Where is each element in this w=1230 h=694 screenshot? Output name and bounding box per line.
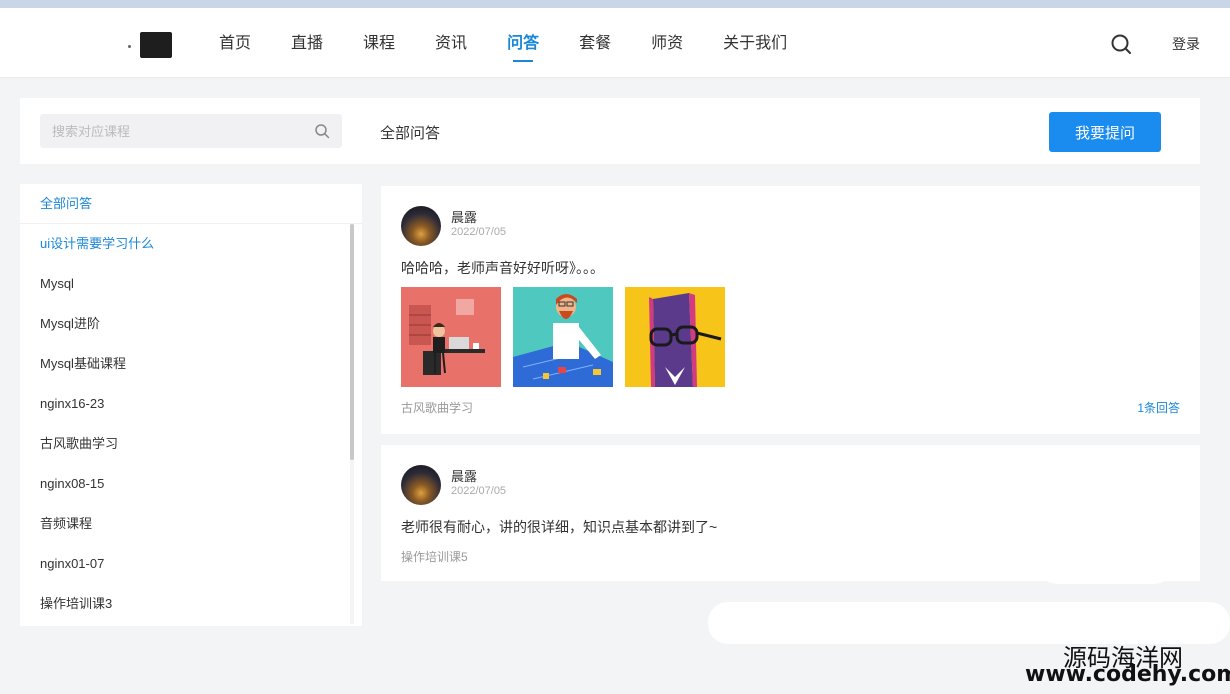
sidebar-item-training-3[interactable]: 操作培训课3 [20, 584, 362, 624]
nav-item-qa[interactable]: 问答 [507, 8, 539, 78]
post-image-designer-illustration[interactable] [513, 287, 613, 387]
sidebar-item-ui-design[interactable]: ui设计需要学习什么 [20, 224, 362, 264]
sidebar-item-nginx08-15[interactable]: nginx08-15 [20, 464, 362, 504]
post-image-office-illustration[interactable] [401, 287, 501, 387]
obscuring-overlay [1030, 518, 1182, 584]
user-name[interactable]: 晨露 [451, 466, 477, 485]
nav-item-packages[interactable]: 套餐 [579, 8, 611, 78]
qa-toolbar: 全部问答 我要提问 [20, 98, 1200, 164]
avatar[interactable] [401, 206, 441, 246]
post-images [401, 287, 737, 387]
sidebar-item-all[interactable]: 全部问答 [20, 184, 362, 224]
nav-item-home[interactable]: 首页 [219, 8, 251, 78]
course-search-input[interactable] [40, 114, 300, 148]
post-image-glasses-illustration[interactable] [625, 287, 725, 387]
course-sidebar: 全部问答 ui设计需要学习什么 Mysql Mysql进阶 Mysql基础课程 … [20, 184, 362, 626]
nav-item-about[interactable]: 关于我们 [723, 8, 787, 78]
question-card[interactable]: 晨露 2022/07/05 哈哈哈，老师声音好好听呀》。。。 古风歌曲学习 1条… [381, 186, 1200, 434]
nav-item-teachers[interactable]: 师资 [651, 8, 683, 78]
page-title: 全部问答 [380, 125, 441, 142]
sidebar-scrollbar-thumb[interactable] [350, 224, 354, 460]
search-icon[interactable] [1110, 33, 1132, 55]
ask-question-button[interactable]: 我要提问 [1049, 112, 1161, 152]
main-nav: 首页 直播 课程 资讯 问答 套餐 师资 关于我们 [219, 8, 827, 78]
post-content: 老师很有耐心，讲的很详细，知识点基本都讲到了~ [401, 519, 718, 535]
sidebar-item-mysql-basic[interactable]: Mysql基础课程 [20, 344, 362, 384]
login-link[interactable]: 登录 [1172, 34, 1200, 54]
sidebar-item-nginx01-07[interactable]: nginx01-07 [20, 544, 362, 584]
sidebar-item-audio-course[interactable]: 音频课程 [20, 504, 362, 544]
post-date: 2022/07/05 [451, 485, 507, 497]
course-search-box [40, 114, 342, 148]
nav-item-news[interactable]: 资讯 [435, 8, 467, 78]
user-name[interactable]: 晨露 [451, 207, 477, 226]
site-logo[interactable] [140, 32, 172, 58]
sidebar-item-mysql-advanced[interactable]: Mysql进阶 [20, 304, 362, 344]
post-date: 2022/07/05 [451, 226, 507, 238]
course-tag[interactable]: 古风歌曲学习 [401, 399, 473, 416]
search-icon[interactable] [314, 123, 330, 139]
nav-item-courses[interactable]: 课程 [363, 8, 395, 78]
sidebar-item-nginx16-23[interactable]: nginx16-23 [20, 384, 362, 424]
course-tag[interactable]: 操作培训课5 [401, 548, 468, 565]
post-content: 哈哈哈，老师声音好好听呀》。。。 [401, 260, 604, 276]
logo-dot [128, 45, 131, 48]
avatar[interactable] [401, 465, 441, 505]
answer-count-link[interactable]: 1条回答 [1137, 399, 1180, 416]
sidebar-item-mysql[interactable]: Mysql [20, 264, 362, 304]
top-navbar: 首页 直播 课程 资讯 问答 套餐 师资 关于我们 登录 [0, 8, 1230, 78]
watermark-site-url: www.codehy.com [1025, 662, 1230, 687]
browser-top-strip [0, 0, 1230, 8]
nav-item-live[interactable]: 直播 [291, 8, 323, 78]
sidebar-item-ancient-song[interactable]: 古风歌曲学习 [20, 424, 362, 464]
